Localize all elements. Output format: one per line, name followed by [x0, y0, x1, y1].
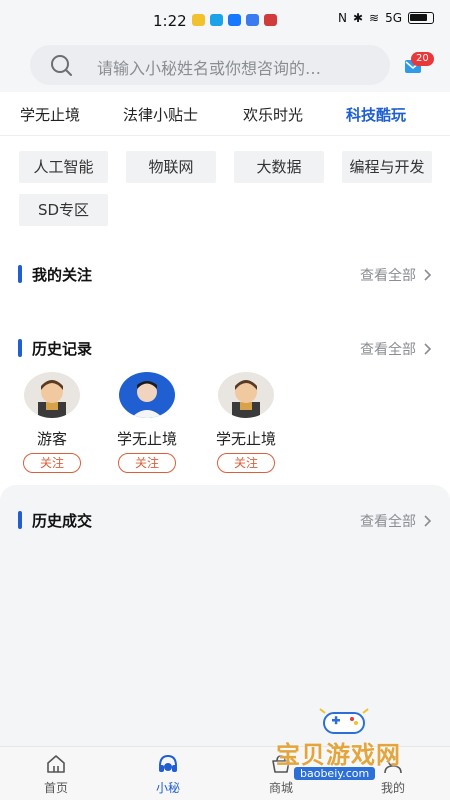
nav-assistant[interactable]: 小秘: [138, 753, 198, 796]
gamepad-icon: [319, 708, 369, 734]
signal-label: 5G: [385, 11, 402, 25]
deals-section-title: 历史成交: [32, 512, 93, 530]
follow-button[interactable]: 关注: [118, 453, 176, 473]
chevron-right-icon: [424, 269, 432, 281]
see-all-label: 查看全部: [360, 514, 416, 530]
nav-home[interactable]: 首页: [26, 753, 86, 796]
battery-icon: [408, 12, 434, 24]
watermark-text: 宝贝游戏网: [276, 741, 401, 769]
chip-sd[interactable]: SD专区: [19, 194, 108, 226]
nav-home-label: 首页: [43, 781, 68, 795]
chevron-right-icon: [424, 343, 432, 355]
section-accent-bar: [18, 339, 22, 357]
notification-icon: [192, 14, 205, 26]
tab-law-tips[interactable]: 法律小贴士: [123, 104, 198, 125]
history-item[interactable]: 游客 关注: [12, 372, 92, 473]
history-section-header: 历史记录 查看全部: [18, 337, 432, 359]
tab-study[interactable]: 学无止境: [20, 104, 80, 125]
search-header: 请输入小秘姓名或你想咨询的… 20: [0, 40, 450, 92]
follow-section-header: 我的关注 查看全部: [18, 263, 432, 285]
deals-see-all-link[interactable]: 查看全部: [360, 511, 432, 531]
section-accent-bar: [18, 511, 22, 529]
bluetooth-icon: ✱: [352, 11, 363, 25]
message-badge: 20: [411, 52, 434, 66]
nav-assistant-label: 小秘: [155, 781, 180, 795]
notification-icon: [264, 14, 277, 26]
status-app-icons: [192, 14, 277, 26]
see-all-label: 查看全部: [360, 342, 416, 358]
search-input[interactable]: 请输入小秘姓名或你想咨询的…: [30, 45, 390, 85]
section-accent-bar: [18, 265, 22, 283]
follow-button[interactable]: 关注: [23, 453, 81, 473]
history-item-name: 学无止境: [116, 430, 177, 448]
notification-icon: [210, 14, 223, 26]
history-item[interactable]: 学无止境 关注: [107, 372, 187, 473]
search-placeholder: 请输入小秘姓名或你想咨询的…: [97, 59, 322, 78]
notification-icon: [228, 14, 241, 26]
deals-section-header: 历史成交 查看全部: [18, 509, 432, 531]
category-tabs: 学无止境 法律小贴士 欢乐时光 科技酷玩: [0, 92, 450, 136]
notification-icon: [246, 14, 259, 26]
tab-tech[interactable]: 科技酷玩: [346, 104, 406, 125]
cartoon-avatar-icon: [218, 372, 274, 418]
chip-big-data[interactable]: 大数据: [234, 151, 324, 183]
chip-programming[interactable]: 编程与开发: [342, 151, 432, 183]
status-indicators: N ✱ ≋ 5G: [338, 11, 434, 25]
home-icon: [47, 755, 65, 773]
chip-ai[interactable]: 人工智能: [19, 151, 108, 183]
history-item-name: 游客: [36, 430, 67, 448]
wifi-icon: ≋: [369, 11, 380, 25]
cartoon-avatar-icon: [24, 372, 80, 418]
history-section-title: 历史记录: [32, 340, 93, 358]
follow-see-all-link[interactable]: 查看全部: [360, 265, 432, 285]
search-icon: [51, 55, 72, 76]
chip-iot[interactable]: 物联网: [126, 151, 216, 183]
nfc-icon: N: [337, 11, 347, 25]
status-bar: 1:22 N ✱ ≋ 5G: [0, 0, 450, 40]
watermark: 宝贝游戏网 baobeiy.com: [268, 705, 428, 785]
status-time: 1:22: [153, 12, 187, 30]
history-item[interactable]: 学无止境 关注: [206, 372, 286, 473]
follow-section-title: 我的关注: [32, 266, 93, 284]
see-all-label: 查看全部: [360, 268, 416, 284]
tab-fun-time[interactable]: 欢乐时光: [243, 104, 303, 125]
chevron-right-icon: [424, 515, 432, 527]
history-see-all-link[interactable]: 查看全部: [360, 339, 432, 359]
follow-button[interactable]: 关注: [217, 453, 275, 473]
history-item-name: 学无止境: [215, 430, 276, 448]
headset-icon: [159, 754, 177, 772]
watermark-url: baobeiy.com: [294, 767, 376, 780]
photo-avatar-icon: [119, 372, 175, 418]
